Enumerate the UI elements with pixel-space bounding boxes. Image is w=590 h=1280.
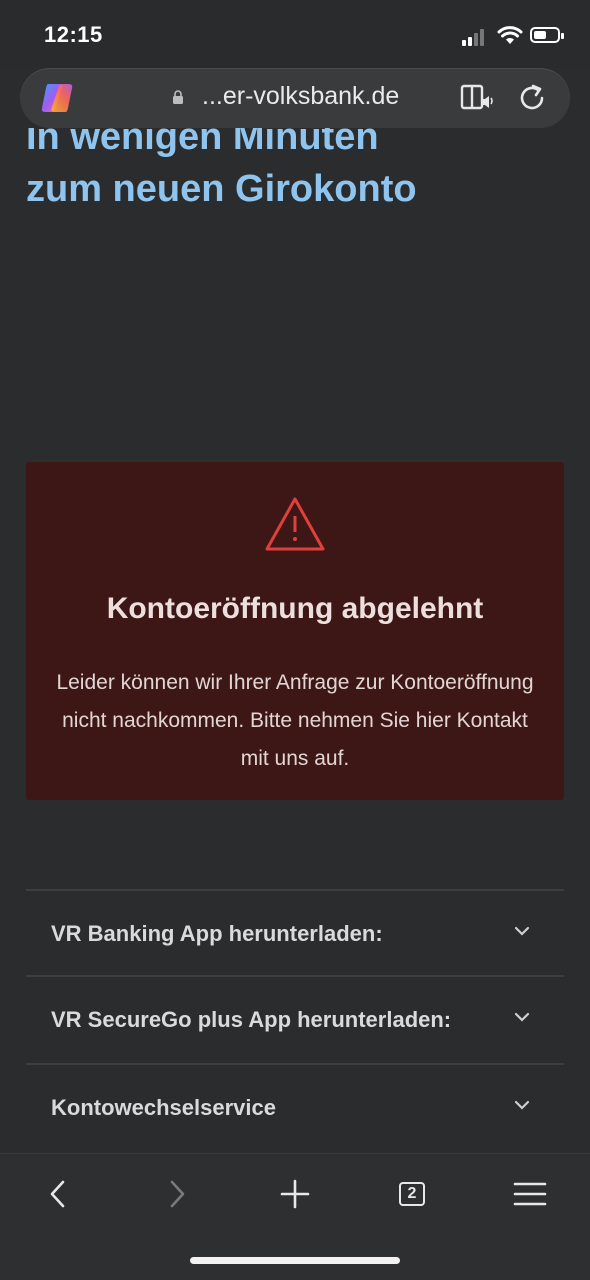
- chevron-down-icon: [514, 1100, 530, 1110]
- forward-button[interactable]: [157, 1174, 197, 1214]
- back-button[interactable]: [38, 1174, 78, 1214]
- heading-line-1: In wenigen Minuten: [26, 128, 379, 158]
- error-alert: Kontoeröffnung abgelehnt Leider können w…: [26, 462, 564, 800]
- new-tab-button[interactable]: [275, 1174, 315, 1214]
- clock: 12:15: [44, 22, 103, 47]
- error-message: Leider können wir Ihrer Anfrage zur Kont…: [56, 671, 534, 770]
- page-heading: In wenigen Minuten zum neuen Girokonto: [26, 128, 566, 215]
- status-bar: 12:15: [0, 0, 590, 68]
- chevron-down-icon: [514, 1012, 530, 1022]
- wifi-icon: [497, 26, 523, 44]
- heading-line-2: zum neuen Girokonto: [26, 168, 417, 210]
- signal-icon: [462, 28, 490, 46]
- web-content: In wenigen Minuten zum neuen Girokonto K…: [0, 128, 590, 1153]
- reader-icon[interactable]: [460, 82, 494, 114]
- home-indicator[interactable]: [190, 1257, 400, 1264]
- browser-toolbar: 2: [0, 1153, 590, 1280]
- copilot-icon[interactable]: [40, 82, 74, 114]
- accordion-label: VR SecureGo plus App herunterladen:: [51, 1007, 452, 1032]
- accordion-kontowechsel[interactable]: Kontowechselservice: [26, 1063, 564, 1151]
- menu-icon: [513, 1182, 547, 1206]
- address-bar[interactable]: ...er-volksbank.de: [20, 68, 570, 128]
- accordion-securego-app[interactable]: VR SecureGo plus App herunterladen:: [26, 975, 564, 1063]
- tabs-icon: 2: [399, 1182, 425, 1206]
- battery-icon: [530, 27, 564, 43]
- accordion-label: VR Banking App herunterladen:: [51, 921, 383, 946]
- tabs-button[interactable]: 2: [392, 1174, 432, 1214]
- back-icon: [50, 1180, 65, 1208]
- error-title: Kontoeröffnung abgelehnt: [106, 592, 484, 625]
- url-text[interactable]: ...er-volksbank.de: [202, 82, 399, 111]
- plus-icon: [280, 1179, 310, 1209]
- menu-button[interactable]: [510, 1174, 550, 1214]
- forward-icon: [170, 1180, 185, 1208]
- accordion-banking-app[interactable]: VR Banking App herunterladen:: [26, 889, 564, 977]
- chevron-down-icon: [514, 926, 530, 936]
- warning-icon: [265, 497, 325, 551]
- accordion-label: Kontowechselservice: [51, 1095, 276, 1120]
- lock-icon: [173, 90, 183, 104]
- reload-icon[interactable]: [516, 82, 548, 114]
